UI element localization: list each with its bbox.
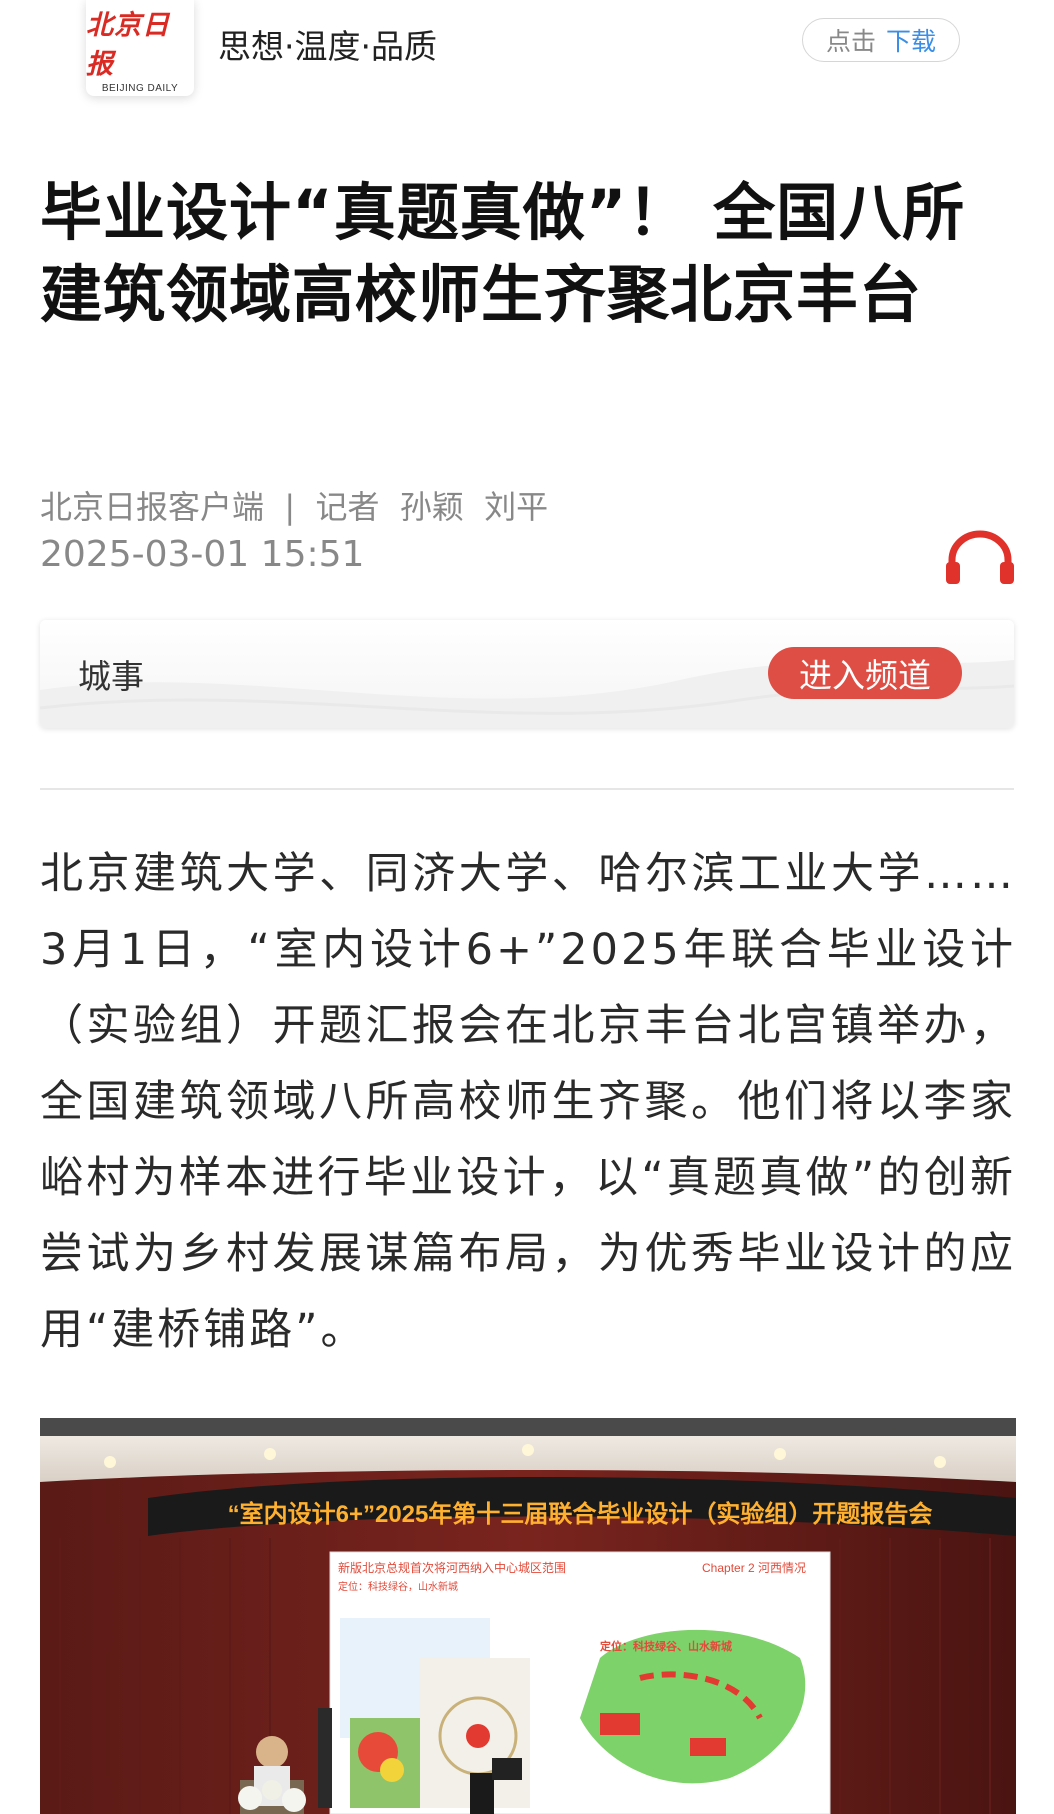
slide-chapter: Chapter 2 河西情况: [702, 1561, 806, 1575]
article-source: 北京日报客户端 | 记者 孙颖 刘平: [40, 488, 549, 526]
logo[interactable]: 北京日报 BEIJING DAILY: [86, 0, 194, 96]
enter-channel-button[interactable]: 进入频道: [768, 647, 962, 699]
event-photo-illustration: “室内设计6+”2025年第十三届联合毕业设计（实验组）开题报告会 新版北京总规…: [40, 1418, 1016, 1814]
download-button[interactable]: 点击 下载: [802, 18, 960, 62]
logo-english: BEIJING DAILY: [101, 82, 179, 94]
slide-position: 定位：科技绿谷，山水新城: [338, 1580, 458, 1593]
article-photo[interactable]: “室内设计6+”2025年第十三届联合毕业设计（实验组）开题报告会 新版北京总规…: [40, 1418, 1016, 1814]
article-body: 北京建筑大学、同济大学、哈尔滨工业大学……3月1日，“室内设计6+”2025年联…: [40, 849, 1016, 1355]
slide-position-2: 定位：科技绿谷、山水新城: [600, 1639, 732, 1653]
slide-title: 新版北京总规首次将河西纳入中心城区范围: [338, 1560, 566, 1575]
divider: [40, 788, 1014, 790]
channel-name: 城事: [78, 657, 144, 696]
download-prefix: 点击: [825, 27, 876, 56]
event-banner-text: “室内设计6+”2025年第十三届联合毕业设计（实验组）开题报告会: [228, 1500, 933, 1528]
download-label: 下载: [886, 27, 937, 56]
logo-chinese: 北京日报: [86, 9, 170, 80]
channel-card[interactable]: 城事 进入频道: [40, 620, 1014, 728]
slogan: 思想·温度·品质: [218, 27, 437, 66]
top-bar: 北京日报 BEIJING DAILY 思想·温度·品质 点击 下载: [0, 0, 1054, 110]
headphones-icon[interactable]: [944, 528, 1016, 584]
article-title: 毕业设计“真题真做”！ 全国八所建筑领域高校师生齐聚北京丰台: [40, 176, 966, 331]
article-datetime: 2025-03-01 15:51: [40, 534, 365, 575]
